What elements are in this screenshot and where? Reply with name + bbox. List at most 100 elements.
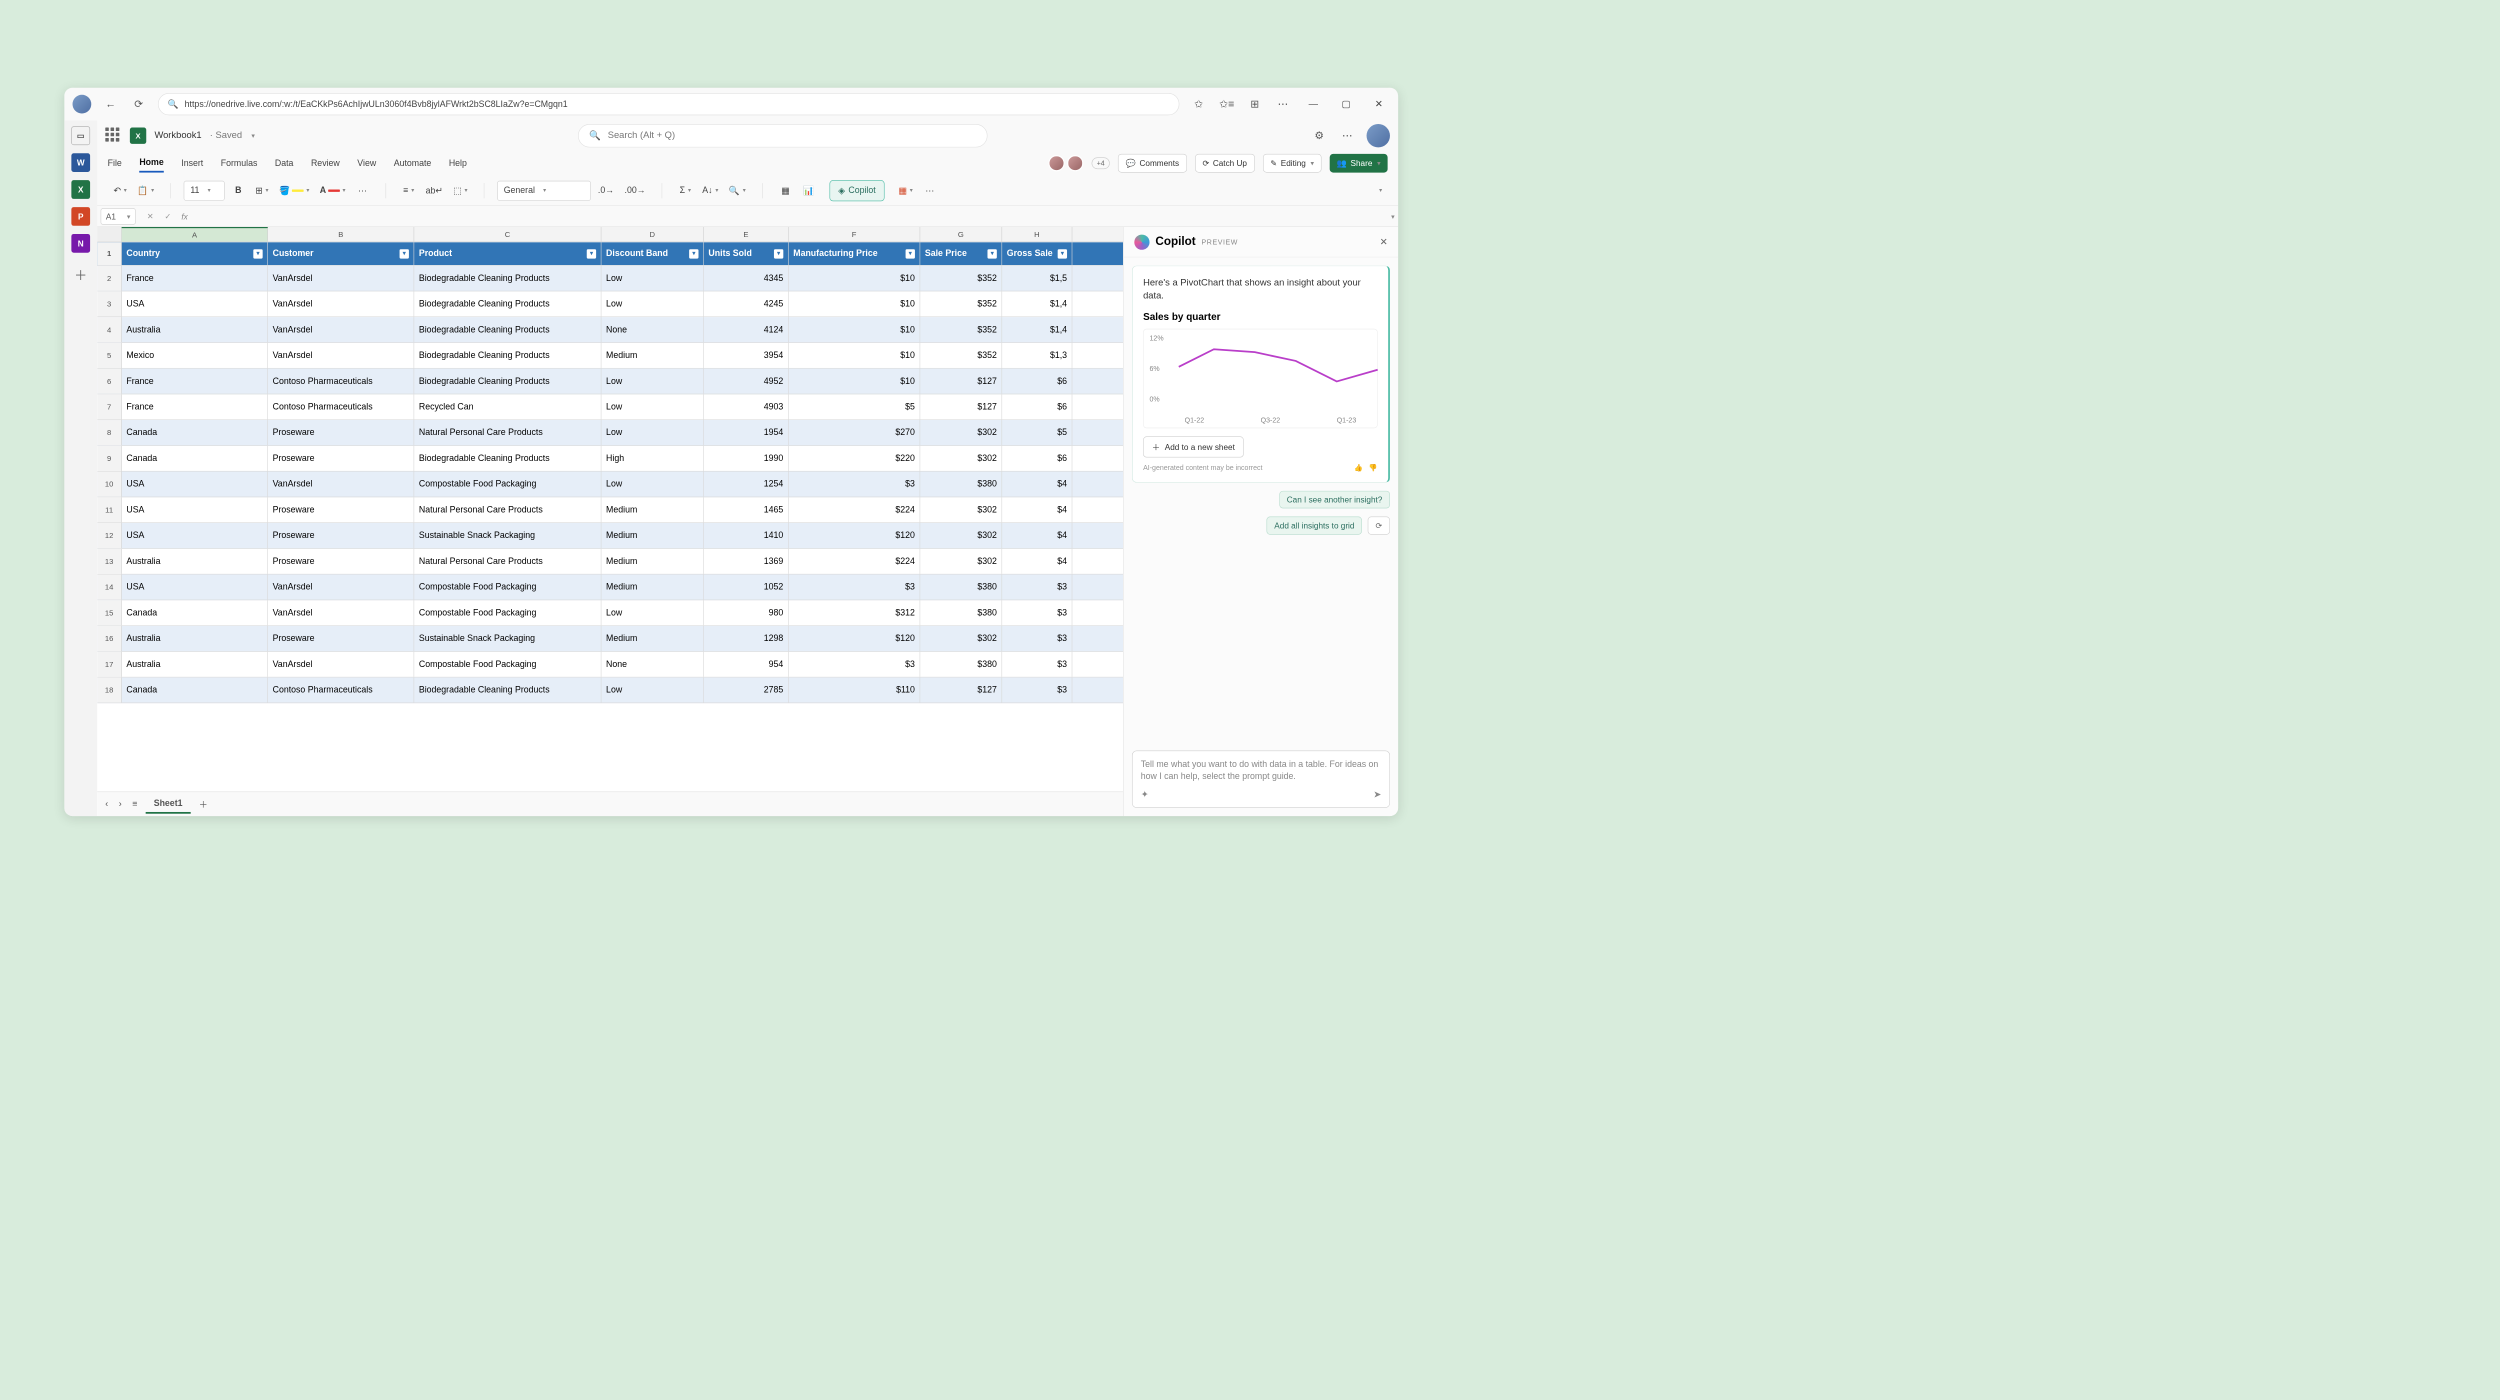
cell[interactable]: $1,5	[1002, 266, 1072, 291]
cell[interactable]: Biodegradable Cleaning Products	[414, 677, 601, 702]
app-launcher-icon[interactable]	[105, 128, 121, 144]
column-header[interactable]: C	[414, 227, 601, 242]
thumbs-up-icon[interactable]: 👍	[1354, 463, 1363, 471]
presence-avatar[interactable]	[1067, 155, 1083, 171]
row-header[interactable]: 2	[97, 266, 122, 291]
refresh-button[interactable]: ⟳	[130, 95, 148, 113]
thumbs-down-icon[interactable]: 👎	[1369, 463, 1378, 471]
cell[interactable]: Sustainable Snack Packaging	[414, 523, 601, 548]
refresh-suggestions-button[interactable]: ⟳	[1368, 516, 1390, 534]
format-table-button[interactable]: ▦▾	[895, 180, 916, 200]
table-header-cell[interactable]: Customer▾	[268, 242, 414, 265]
cell[interactable]: $270	[789, 420, 921, 445]
cell[interactable]: Mexico	[122, 343, 268, 368]
cell[interactable]: Compostable Food Packaging	[414, 574, 601, 599]
search-input[interactable]: 🔍 Search (Alt + Q)	[578, 124, 988, 147]
copilot-button[interactable]: ◈ Copilot	[829, 180, 884, 201]
cell[interactable]: Biodegradable Cleaning Products	[414, 369, 601, 394]
cell[interactable]: $127	[920, 677, 1002, 702]
onenote-icon[interactable]: N	[71, 234, 90, 253]
column-header[interactable]: G	[920, 227, 1002, 242]
cell[interactable]: 1052	[704, 574, 789, 599]
paste-button[interactable]: 📋▾	[134, 180, 158, 200]
tab-help[interactable]: Help	[449, 155, 467, 172]
table-header-cell[interactable]: Manufacturing Price▾	[789, 242, 921, 265]
row-header[interactable]: 18	[97, 677, 122, 702]
cell[interactable]: $10	[789, 266, 921, 291]
wrap-text-button[interactable]: ab↵	[422, 180, 446, 200]
filter-icon[interactable]: ▾	[1058, 249, 1067, 258]
cell[interactable]: $4	[1002, 523, 1072, 548]
cell[interactable]: $4	[1002, 472, 1072, 497]
cell[interactable]: Canada	[122, 420, 268, 445]
account-avatar[interactable]	[1367, 124, 1390, 147]
cell[interactable]: $224	[789, 497, 921, 522]
comments-button[interactable]: 💬 Comments	[1118, 154, 1187, 173]
cell[interactable]: $3	[1002, 652, 1072, 677]
cell[interactable]: $380	[920, 652, 1002, 677]
profile-avatar[interactable]	[73, 95, 92, 114]
table-header-cell[interactable]: Country▾	[122, 242, 268, 265]
cell[interactable]: USA	[122, 497, 268, 522]
sheet-tab[interactable]: Sheet1	[146, 795, 191, 814]
cell[interactable]: $1,3	[1002, 343, 1072, 368]
cell[interactable]: Medium	[601, 626, 703, 651]
cell[interactable]: Medium	[601, 343, 703, 368]
collections-icon[interactable]: ⊞	[1246, 95, 1264, 113]
filter-icon[interactable]: ▾	[253, 249, 262, 258]
share-button[interactable]: 👥 Share ▾	[1330, 154, 1388, 173]
more-ribbon-button[interactable]: ⋯	[920, 180, 940, 200]
cell[interactable]: 980	[704, 600, 789, 625]
cell[interactable]: $127	[920, 394, 1002, 419]
row-header[interactable]: 6	[97, 369, 122, 394]
cell[interactable]: France	[122, 394, 268, 419]
favorites-icon[interactable]: ✩≡	[1218, 95, 1236, 113]
cell[interactable]: $3	[1002, 600, 1072, 625]
spreadsheet-grid[interactable]: ABCDEFGH 1Country▾Customer▾Product▾Disco…	[97, 227, 1123, 816]
tab-view[interactable]: View	[357, 155, 376, 172]
cell[interactable]: Compostable Food Packaging	[414, 652, 601, 677]
cell[interactable]: 1369	[704, 549, 789, 574]
cell[interactable]: 4345	[704, 266, 789, 291]
cell[interactable]: $1,4	[1002, 291, 1072, 316]
table-header-cell[interactable]: Discount Band▾	[601, 242, 703, 265]
add-to-sheet-button[interactable]: ＋ Add to a new sheet	[1143, 436, 1244, 457]
maximize-button[interactable]: ▢	[1335, 95, 1357, 113]
cell[interactable]: $10	[789, 317, 921, 342]
column-header[interactable]: D	[601, 227, 703, 242]
cell[interactable]: Proseware	[268, 446, 414, 471]
cell[interactable]: $352	[920, 266, 1002, 291]
cell[interactable]: 1954	[704, 420, 789, 445]
copilot-input[interactable]: Tell me what you want to do with data in…	[1132, 751, 1390, 808]
cell[interactable]: $127	[920, 369, 1002, 394]
cell[interactable]: 1298	[704, 626, 789, 651]
sheet-list-button[interactable]: ≡	[130, 797, 140, 812]
table-header-cell[interactable]: Gross Sale▾	[1002, 242, 1072, 265]
cell[interactable]: $3	[789, 472, 921, 497]
collections-icon[interactable]: ▭	[71, 126, 90, 145]
cell[interactable]: Canada	[122, 446, 268, 471]
tab-insert[interactable]: Insert	[181, 155, 203, 172]
row-header[interactable]: 10	[97, 472, 122, 497]
column-header[interactable]: E	[704, 227, 789, 242]
presence-overflow[interactable]: +4	[1091, 157, 1110, 169]
cell[interactable]: $224	[789, 549, 921, 574]
cell[interactable]: $6	[1002, 369, 1072, 394]
cell[interactable]: VanArsdel	[268, 472, 414, 497]
cell[interactable]: Medium	[601, 523, 703, 548]
table-header-cell[interactable]: Units Sold▾	[704, 242, 789, 265]
cell[interactable]: USA	[122, 291, 268, 316]
cell[interactable]: $120	[789, 626, 921, 651]
cell[interactable]: $110	[789, 677, 921, 702]
table-header-cell[interactable]: Product▾	[414, 242, 601, 265]
more-icon[interactable]: ⋯	[1338, 127, 1356, 145]
cell[interactable]: USA	[122, 523, 268, 548]
row-header[interactable]: 9	[97, 446, 122, 471]
close-copilot-button[interactable]: ✕	[1380, 236, 1388, 248]
row-header[interactable]: 7	[97, 394, 122, 419]
cell[interactable]: Contoso Pharmaceuticals	[268, 394, 414, 419]
cell[interactable]: $10	[789, 369, 921, 394]
select-all-corner[interactable]	[97, 227, 122, 242]
cell[interactable]: 3954	[704, 343, 789, 368]
autosum-button[interactable]: Σ▾	[675, 180, 695, 200]
